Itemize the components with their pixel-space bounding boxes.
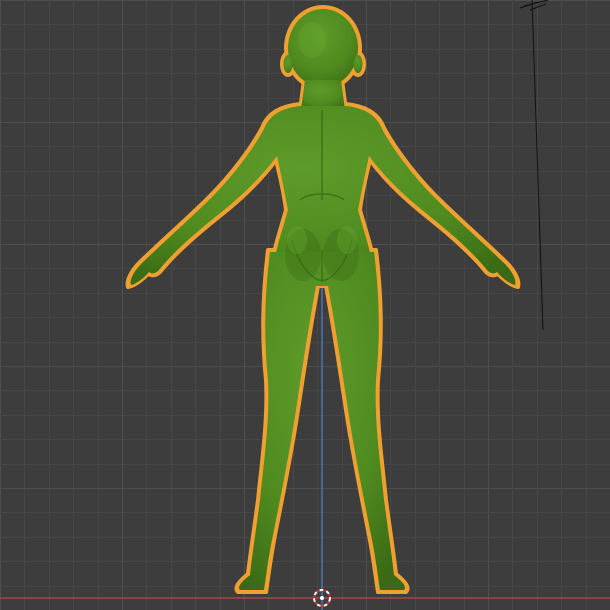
3d-viewport[interactable] bbox=[0, 0, 610, 610]
viewport-canvas[interactable] bbox=[0, 0, 610, 610]
humanoid-mesh[interactable] bbox=[125, 5, 521, 594]
